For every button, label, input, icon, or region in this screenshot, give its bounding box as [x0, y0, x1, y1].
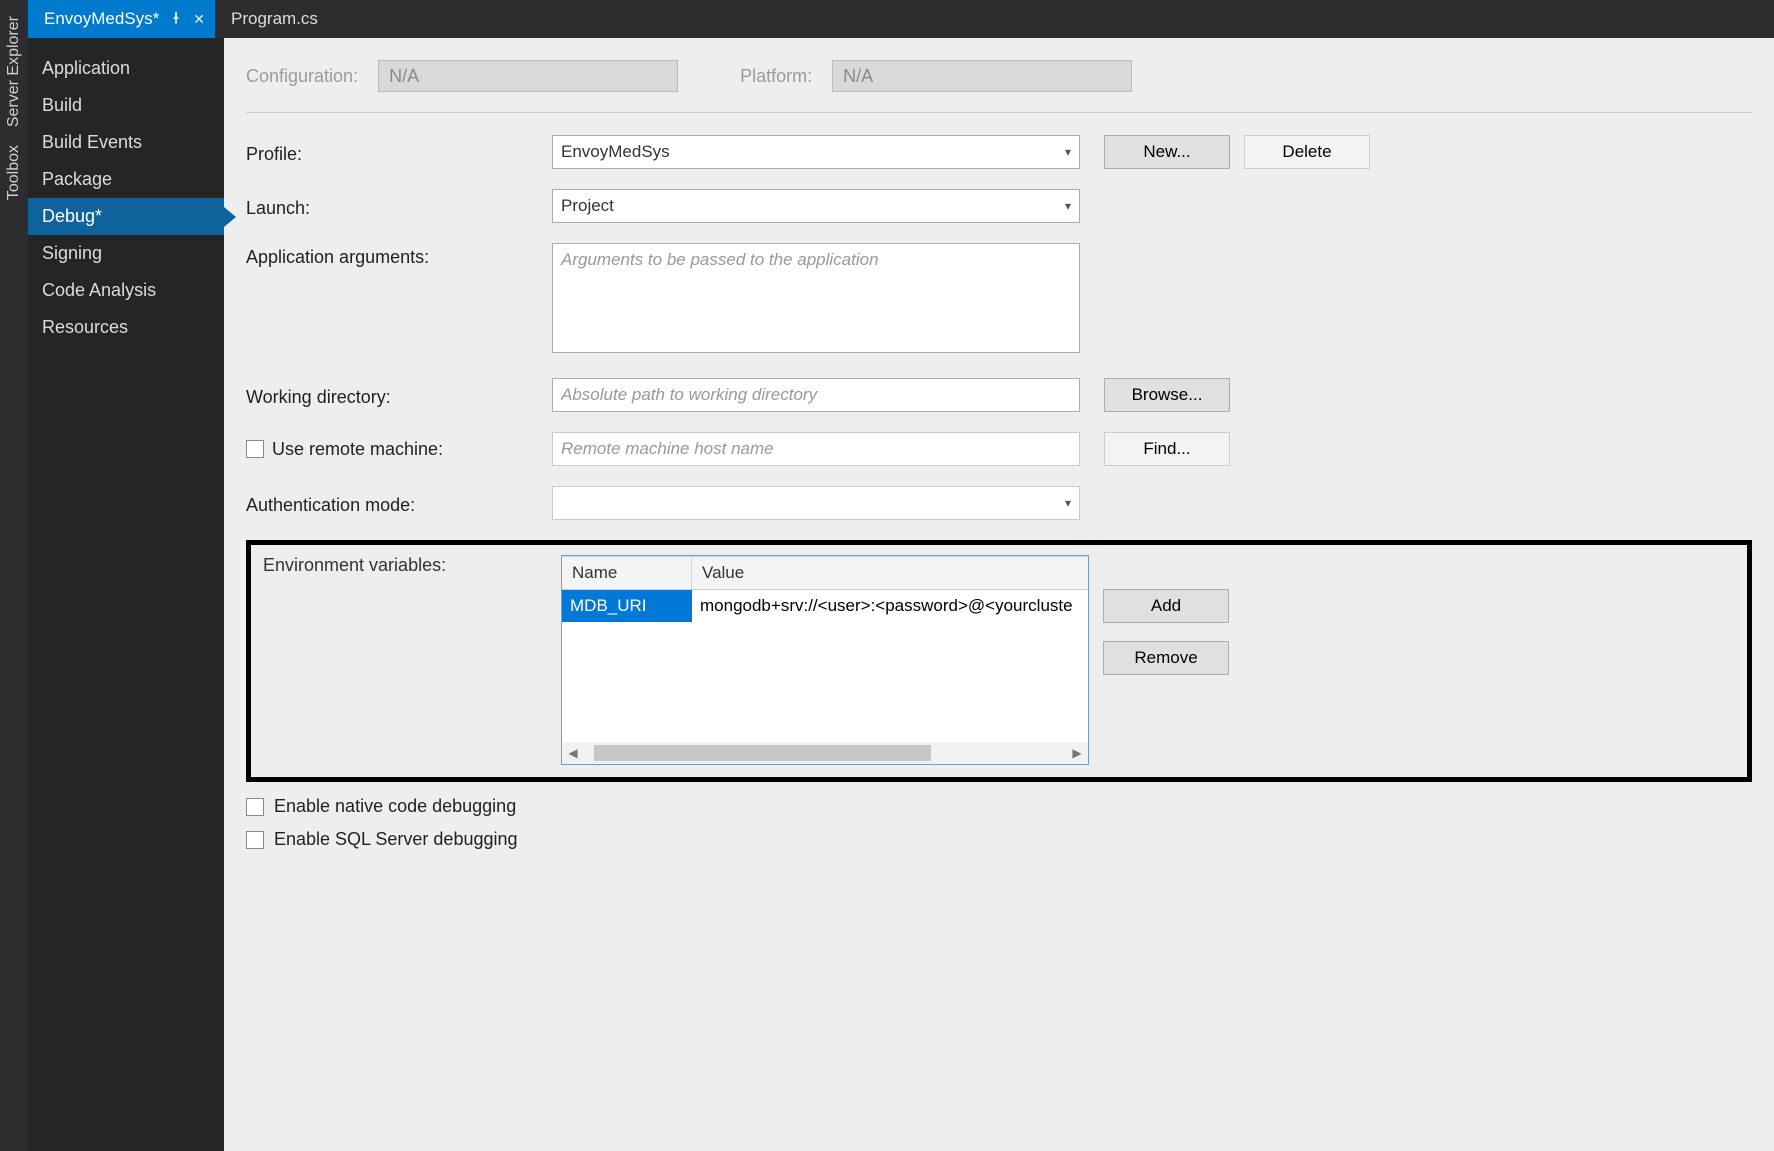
chevron-down-icon: ▾: [1065, 145, 1071, 159]
pin-icon[interactable]: [169, 11, 183, 28]
scroll-thumb[interactable]: [594, 745, 931, 761]
env-row-value[interactable]: [692, 590, 1088, 622]
workdir-row: Working directory: Browse...: [246, 378, 1752, 412]
env-vars-table[interactable]: Name Value MDB_URI ◀: [561, 555, 1089, 765]
tool-strip-server-explorer[interactable]: Server Explorer: [5, 16, 23, 127]
tab-label: Program.cs: [231, 9, 318, 29]
native-debug-checkbox[interactable]: [246, 798, 264, 816]
scroll-track[interactable]: [584, 742, 1066, 764]
tab-envoymedsys[interactable]: EnvoyMedSys* ✕: [28, 0, 215, 38]
env-value-input[interactable]: [700, 596, 1080, 616]
tool-strip-toolbox[interactable]: Toolbox: [5, 145, 23, 200]
platform-select: N/A ▾: [832, 60, 1132, 92]
working-directory-input[interactable]: [552, 378, 1080, 412]
horizontal-scrollbar[interactable]: ◀ ▶: [562, 742, 1088, 764]
browse-button[interactable]: Browse...: [1104, 378, 1230, 412]
chevron-down-icon: ▾: [658, 66, 667, 87]
sidebar-item-build[interactable]: Build: [28, 87, 224, 124]
platform-label: Platform:: [740, 66, 812, 87]
property-sidebar: Application Build Build Events Package D…: [28, 38, 224, 1151]
auth-row: Authentication mode: ▾: [246, 486, 1752, 520]
workdir-label: Working directory:: [246, 383, 542, 408]
final-checks: Enable native code debugging Enable SQL …: [246, 796, 1752, 850]
profile-label: Profile:: [246, 140, 542, 165]
tab-program-cs[interactable]: Program.cs: [215, 0, 328, 38]
sql-debug-label: Enable SQL Server debugging: [274, 829, 518, 850]
sidebar-item-application[interactable]: Application: [28, 50, 224, 87]
remote-machine-label: Use remote machine:: [272, 439, 443, 460]
profile-row: Profile: EnvoyMedSys ▾ New... Delete: [246, 135, 1752, 169]
configuration-label: Configuration:: [246, 66, 358, 87]
auth-mode-select: ▾: [552, 486, 1080, 520]
chevron-down-icon: ▾: [1065, 496, 1071, 510]
launch-label: Launch:: [246, 194, 542, 219]
profile-select[interactable]: EnvoyMedSys ▾: [552, 135, 1080, 169]
remote-row: Use remote machine: Find...: [246, 432, 1752, 466]
scroll-left-icon[interactable]: ◀: [562, 742, 584, 764]
remote-machine-input: [552, 432, 1080, 466]
table-row[interactable]: MDB_URI: [562, 590, 1088, 622]
document-tab-bar: EnvoyMedSys* ✕ Program.cs: [28, 0, 1774, 38]
remote-machine-checkbox[interactable]: [246, 440, 264, 458]
remove-env-button[interactable]: Remove: [1103, 641, 1229, 675]
env-table-body: MDB_URI: [562, 590, 1088, 742]
sidebar-item-package[interactable]: Package: [28, 161, 224, 198]
env-header-value[interactable]: Value: [692, 556, 1088, 589]
env-row-name[interactable]: MDB_URI: [562, 590, 692, 622]
launch-select[interactable]: Project ▾: [552, 189, 1080, 223]
sidebar-item-code-analysis[interactable]: Code Analysis: [28, 272, 224, 309]
appargs-row: Application arguments:: [246, 243, 1752, 358]
sidebar-item-debug[interactable]: Debug*: [28, 198, 224, 235]
launch-row: Launch: Project ▾: [246, 189, 1752, 223]
env-table-header: Name Value: [562, 556, 1088, 590]
editor-row: Application Build Build Events Package D…: [28, 38, 1774, 1151]
configuration-select: N/A ▾: [378, 60, 678, 92]
add-env-button[interactable]: Add: [1103, 589, 1229, 623]
tab-label: EnvoyMedSys*: [44, 9, 159, 29]
sidebar-item-signing[interactable]: Signing: [28, 235, 224, 272]
env-vars-label: Environment variables:: [263, 555, 547, 765]
configuration-value: N/A: [389, 66, 419, 87]
env-header-name[interactable]: Name: [562, 556, 692, 589]
env-vars-highlight: Environment variables: Name Value MDB_UR…: [246, 540, 1752, 782]
launch-value: Project: [561, 196, 614, 216]
debug-content: Configuration: N/A ▾ Platform: N/A ▾ Pro…: [224, 38, 1774, 1151]
new-profile-button[interactable]: New...: [1104, 135, 1230, 169]
appargs-label: Application arguments:: [246, 243, 542, 268]
sql-debug-checkbox[interactable]: [246, 831, 264, 849]
platform-value: N/A: [843, 66, 873, 87]
chevron-down-icon: ▾: [1112, 66, 1121, 87]
delete-profile-button[interactable]: Delete: [1244, 135, 1370, 169]
scroll-right-icon[interactable]: ▶: [1066, 742, 1088, 764]
chevron-down-icon: ▾: [1065, 199, 1071, 213]
sidebar-item-resources[interactable]: Resources: [28, 309, 224, 346]
find-button[interactable]: Find...: [1104, 432, 1230, 466]
native-debug-label: Enable native code debugging: [274, 796, 516, 817]
close-icon[interactable]: ✕: [193, 11, 205, 28]
auth-label: Authentication mode:: [246, 491, 542, 516]
tool-strip: Server Explorer Toolbox: [0, 0, 28, 1151]
config-platform-row: Configuration: N/A ▾ Platform: N/A ▾: [246, 60, 1752, 113]
profile-value: EnvoyMedSys: [561, 142, 670, 162]
main-column: EnvoyMedSys* ✕ Program.cs Application Bu…: [28, 0, 1774, 1151]
sidebar-item-build-events[interactable]: Build Events: [28, 124, 224, 161]
application-arguments-input[interactable]: [552, 243, 1080, 353]
